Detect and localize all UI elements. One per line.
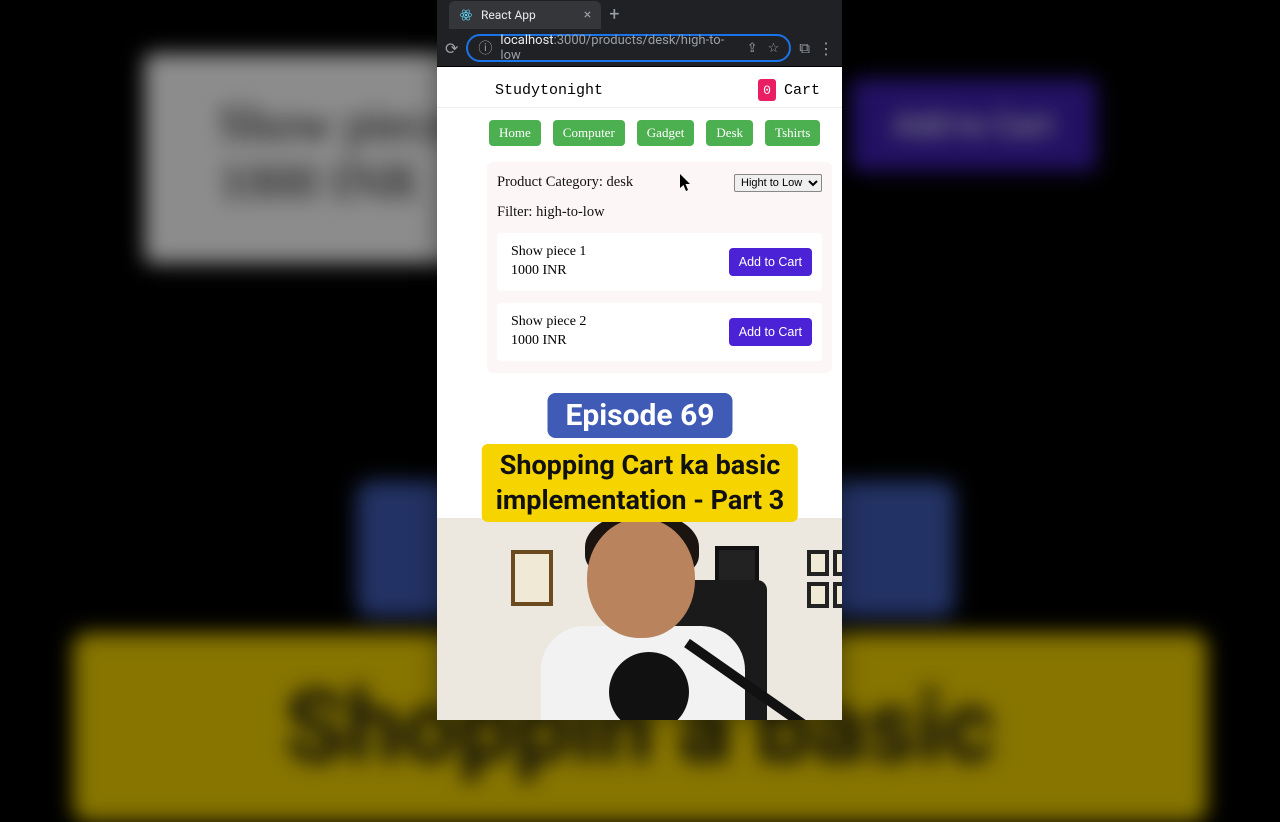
tab-title: React App [481, 8, 536, 22]
add-to-cart-button[interactable]: Add to Cart [729, 248, 812, 276]
filter-label: Filter: high-to-low [497, 204, 822, 221]
product-row: Show piece 1 1000 INR Add to Cart [497, 233, 822, 291]
address-bar: ⟳ ⓘ localhost:3000/products/desk/high-to… [437, 30, 842, 67]
star-icon[interactable]: ☆ [768, 41, 780, 56]
nav-gadget[interactable]: Gadget [637, 120, 695, 146]
product-info: Show piece 2 1000 INR [511, 313, 586, 351]
cart-label: Cart [784, 82, 820, 99]
presenter-webcam [437, 518, 842, 720]
brand-name: Studytonight [495, 82, 603, 99]
nav-tshirts[interactable]: Tshirts [765, 120, 820, 146]
extensions-icon[interactable]: ⧉ [799, 39, 810, 57]
category-label: Product Category: desk [497, 174, 633, 191]
url-input[interactable]: ⓘ localhost:3000/products/desk/high-to-l… [466, 34, 791, 62]
tab-strip: React App × + [437, 0, 842, 30]
reload-icon[interactable]: ⟳ [445, 39, 458, 58]
add-to-cart-button[interactable]: Add to Cart [729, 318, 812, 346]
product-info: Show piece 1 1000 INR [511, 243, 586, 281]
app-header: Studytonight 0 Cart [437, 67, 842, 108]
product-panel: Product Category: desk Hight to Low Filt… [487, 162, 832, 373]
browser-tab[interactable]: React App × [449, 1, 601, 29]
nav-home[interactable]: Home [489, 120, 541, 146]
nav-desk[interactable]: Desk [706, 120, 753, 146]
nav-row: Home Computer Gadget Desk Tshirts [437, 108, 842, 158]
nav-computer[interactable]: Computer [553, 120, 625, 146]
site-info-icon[interactable]: ⓘ [478, 38, 492, 58]
episode-badge: Episode 69 [547, 393, 732, 438]
product-row: Show piece 2 1000 INR Add to Cart [497, 303, 822, 361]
more-icon[interactable]: ⋮ [818, 39, 834, 58]
cart-widget[interactable]: 0 Cart [758, 79, 820, 101]
new-tab-button[interactable]: + [609, 6, 619, 24]
cart-count-badge: 0 [758, 79, 776, 101]
close-icon[interactable]: × [584, 7, 591, 23]
sort-select[interactable]: Hight to Low [734, 174, 822, 192]
video-title-badge: Shopping Cart ka basic implementation - … [482, 444, 798, 522]
react-icon [459, 8, 473, 22]
share-icon[interactable]: ⇪ [747, 41, 758, 56]
browser-chrome: React App × + ⟳ ⓘ localhost:3000/product… [437, 0, 842, 67]
url-text: localhost:3000/products/desk/high-to-low [500, 33, 738, 63]
